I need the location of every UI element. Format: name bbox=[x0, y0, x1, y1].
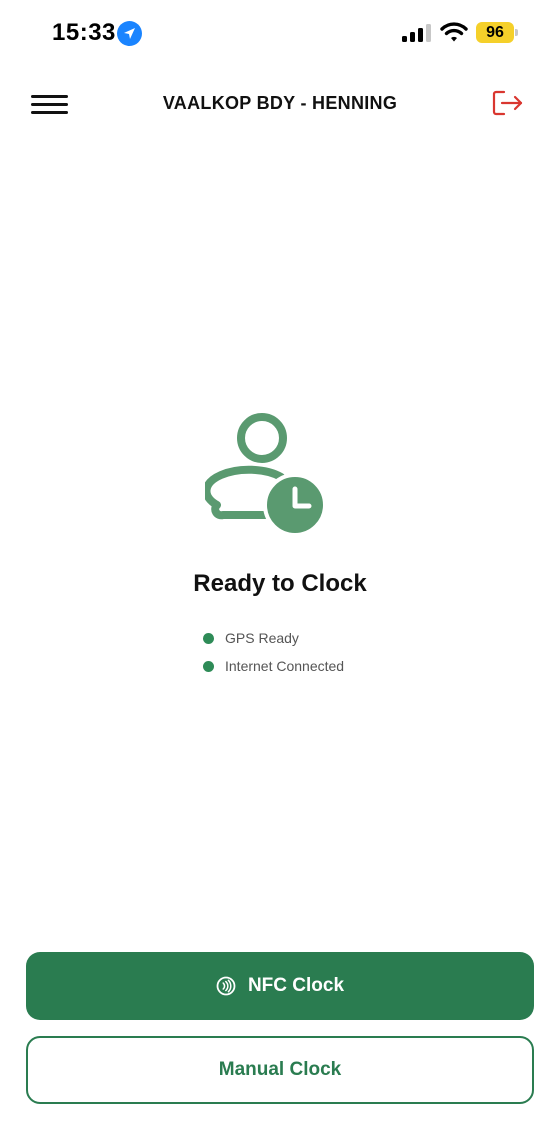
person-clock-icon bbox=[205, 413, 327, 537]
app-screen: 15:33 96 VAALKOP BDY - HENNING Ready to … bbox=[0, 0, 560, 1135]
wifi-icon bbox=[440, 22, 468, 42]
gps-status-label: GPS Ready bbox=[225, 630, 299, 646]
status-title: Ready to Clock bbox=[193, 570, 367, 597]
nfc-icon bbox=[216, 976, 236, 996]
signal-icon bbox=[402, 24, 431, 42]
status-time: 15:33 bbox=[52, 19, 116, 46]
internet-status: Internet Connected bbox=[203, 652, 344, 680]
page-title: VAALKOP BDY - HENNING bbox=[162, 93, 398, 113]
app-header: VAALKOP BDY - HENNING bbox=[0, 76, 560, 132]
nfc-clock-button[interactable]: NFC Clock bbox=[26, 952, 534, 1020]
logout-icon bbox=[492, 90, 523, 116]
status-dot-icon bbox=[203, 660, 214, 672]
location-arrow-icon bbox=[117, 21, 142, 46]
gps-status: GPS Ready bbox=[203, 624, 344, 652]
logout-button[interactable] bbox=[490, 87, 528, 121]
battery-nub bbox=[515, 29, 518, 36]
nfc-clock-label: NFC Clock bbox=[247, 975, 345, 996]
battery-level: 96 bbox=[486, 24, 504, 41]
internet-status-label: Internet Connected bbox=[225, 658, 345, 674]
battery-icon: 96 bbox=[476, 22, 514, 43]
status-bar: 15:33 96 bbox=[0, 0, 560, 66]
status-dot-icon bbox=[203, 632, 214, 644]
manual-clock-button[interactable]: Manual Clock bbox=[26, 1036, 534, 1104]
manual-clock-label: Manual Clock bbox=[218, 1059, 342, 1080]
status-checklist: GPS Ready Internet Connected bbox=[203, 624, 344, 680]
